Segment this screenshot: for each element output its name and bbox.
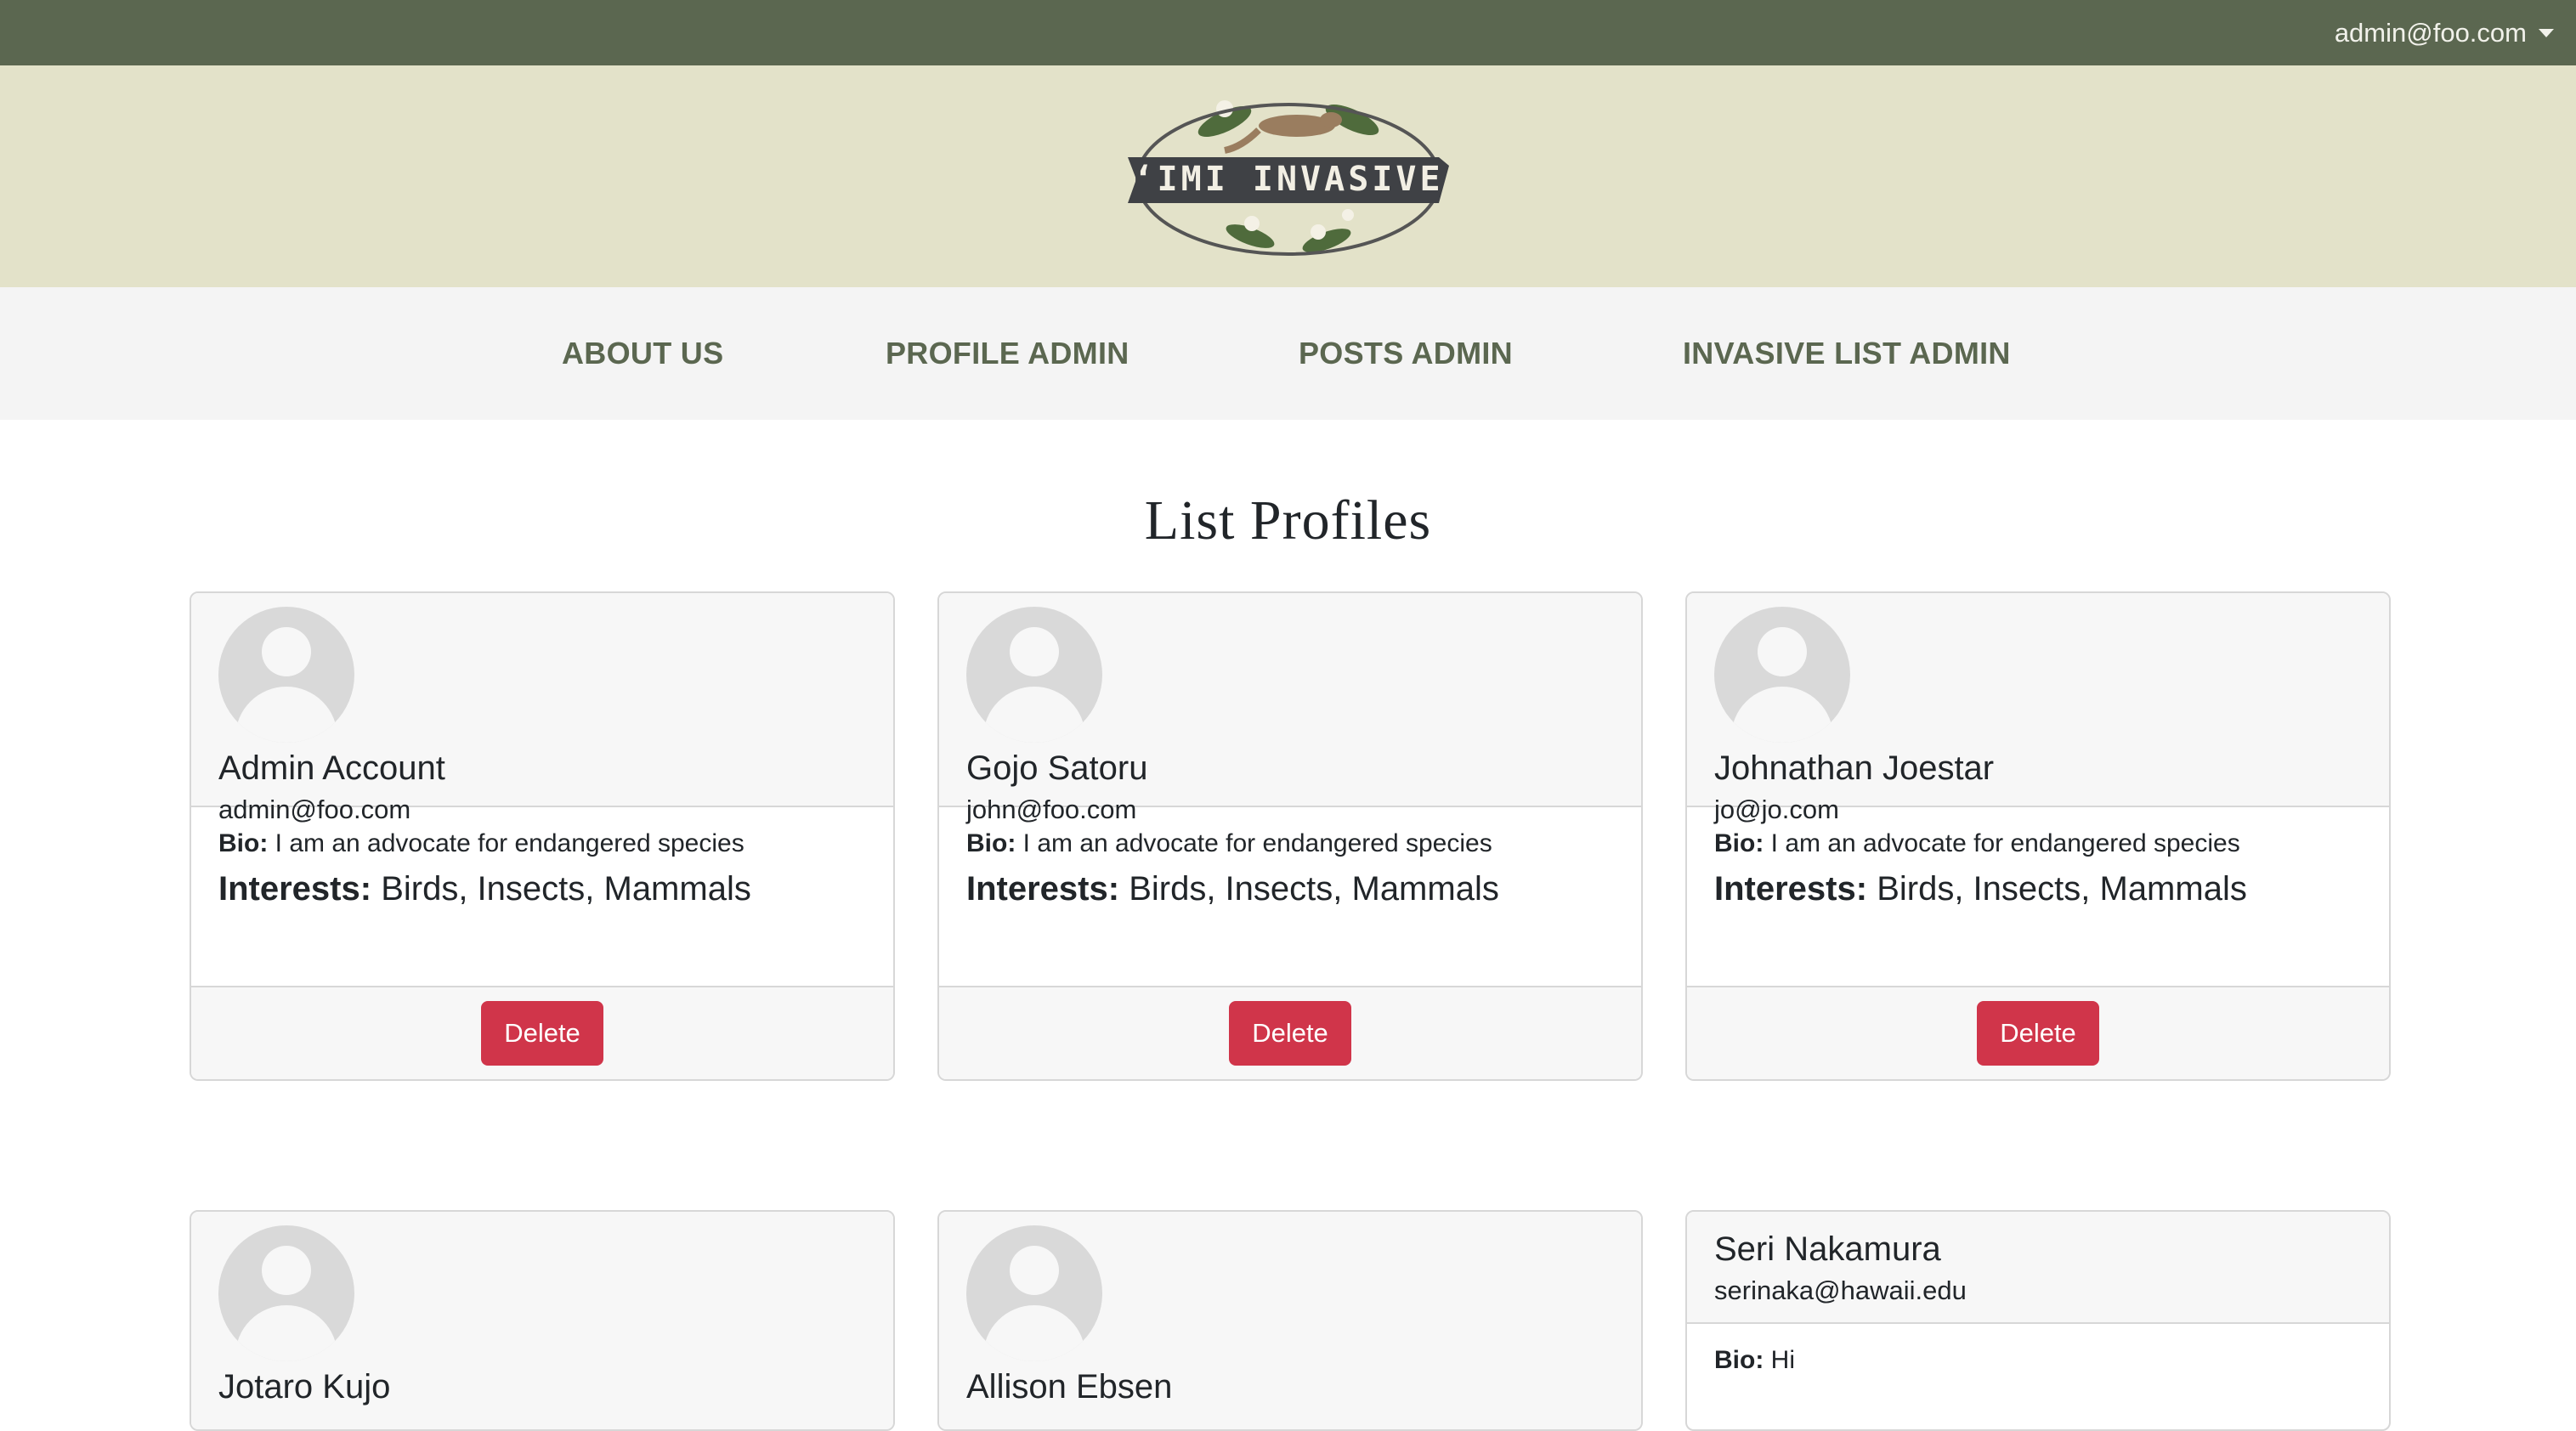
profile-email: john@foo.com (966, 795, 1137, 824)
interests-text: Birds, Insects, Mammals (1129, 870, 1499, 908)
avatar-icon (966, 1225, 1102, 1361)
profile-card-body: Bio: I am an advocate for endangered spe… (1687, 807, 2389, 986)
profile-card-header: Jotaro Kujo (191, 1212, 893, 1429)
profile-card: Johnathan Joestar jo@jo.com Bio: I am an… (1685, 591, 2391, 1081)
user-menu-label: admin@foo.com (2334, 17, 2527, 48)
avatar-icon (218, 607, 354, 743)
nav-profile-admin[interactable]: PROFILE ADMIN (886, 287, 1129, 420)
bio-label: Bio: (966, 829, 1016, 857)
user-menu-dropdown[interactable]: admin@foo.com (2335, 0, 2554, 65)
profile-name: Jotaro Kujo (218, 1368, 391, 1406)
profile-card: Allison Ebsen (937, 1210, 1643, 1431)
avatar-icon (966, 607, 1102, 743)
profile-bio: Bio: Hi (1714, 1346, 2362, 1375)
profile-card-body: Bio: I am an advocate for endangered spe… (191, 807, 893, 986)
profile-card-footer: Delete (1687, 986, 2389, 1079)
profile-email: serinaka@hawaii.edu (1714, 1275, 1967, 1305)
profile-card-header: Seri Nakamura serinaka@hawaii.edu (1687, 1212, 2389, 1324)
profile-card-footer: Delete (191, 986, 893, 1079)
main-nav: ABOUT US PROFILE ADMIN POSTS ADMIN INVAS… (0, 287, 2576, 420)
profile-bio: Bio: I am an advocate for endangered spe… (966, 829, 1614, 858)
nav-posts-admin[interactable]: POSTS ADMIN (1299, 287, 1513, 420)
interests-label: Interests: (1714, 870, 1868, 908)
profile-name: Gojo Satoru (966, 749, 1148, 787)
bio-text: I am an advocate for endangered species (1770, 829, 2240, 857)
interests-text: Birds, Insects, Mammals (381, 870, 751, 908)
bio-label: Bio: (1714, 829, 1764, 857)
profile-email: admin@foo.com (218, 795, 411, 824)
bio-label: Bio: (218, 829, 269, 857)
profile-bio: Bio: I am an advocate for endangered spe… (1714, 829, 2362, 858)
profile-name: Johnathan Joestar (1714, 749, 1995, 787)
page-title: List Profiles (1144, 489, 1432, 551)
profile-card-footer: Delete (939, 986, 1641, 1079)
bio-text: Hi (1770, 1346, 1796, 1374)
interests-text: Birds, Insects, Mammals (1877, 870, 2247, 908)
profile-card: Seri Nakamura serinaka@hawaii.edu Bio: H… (1685, 1210, 2391, 1431)
logo-text: ‘IMI INVASIVE (1133, 160, 1443, 199)
interests-label: Interests: (966, 870, 1120, 908)
profile-name: Allison Ebsen (966, 1368, 1173, 1406)
top-bar: admin@foo.com (0, 0, 2576, 65)
nav-about-us[interactable]: ABOUT US (562, 287, 723, 420)
profile-card-body: Bio: I am an advocate for endangered spe… (939, 807, 1641, 986)
delete-button[interactable]: Delete (1977, 1001, 2099, 1066)
profile-card-header: Gojo Satoru john@foo.com (939, 593, 1641, 824)
avatar-icon (1714, 607, 1850, 743)
profile-card-header: Admin Account admin@foo.com (191, 593, 893, 824)
profile-name: Seri Nakamura (1714, 1230, 1941, 1268)
delete-button[interactable]: Delete (481, 1001, 603, 1066)
profile-card-header: Allison Ebsen (939, 1212, 1641, 1429)
profile-interests: Interests: Birds, Insects, Mammals (1714, 870, 2362, 908)
nav-invasive-list-admin[interactable]: INVASIVE LIST ADMIN (1683, 287, 2011, 420)
profile-email: jo@jo.com (1714, 795, 1839, 824)
profile-card: Gojo Satoru john@foo.com Bio: I am an ad… (937, 591, 1643, 1081)
bio-label: Bio: (1714, 1346, 1764, 1374)
profile-card-header: Johnathan Joestar jo@jo.com (1687, 593, 2389, 824)
banner: ‘IMI INVASIVE (0, 65, 2576, 287)
profile-interests: Interests: Birds, Insects, Mammals (966, 870, 1614, 908)
imi-invasive-logo[interactable]: ‘IMI INVASIVE (1123, 79, 1454, 274)
profile-card-body: Bio: Hi (1687, 1324, 2389, 1429)
interests-label: Interests: (218, 870, 372, 908)
profile-name: Admin Account (218, 749, 445, 787)
profile-bio: Bio: I am an advocate for endangered spe… (218, 829, 866, 858)
profile-card: Jotaro Kujo (190, 1210, 895, 1431)
delete-button[interactable]: Delete (1229, 1001, 1351, 1066)
bio-text: I am an advocate for endangered species (1022, 829, 1492, 857)
caret-down-icon (2539, 28, 2554, 37)
profile-interests: Interests: Birds, Insects, Mammals (218, 870, 866, 908)
bio-text: I am an advocate for endangered species (275, 829, 744, 857)
profile-card: Admin Account admin@foo.com Bio: I am an… (190, 591, 895, 1081)
avatar-icon (218, 1225, 354, 1361)
